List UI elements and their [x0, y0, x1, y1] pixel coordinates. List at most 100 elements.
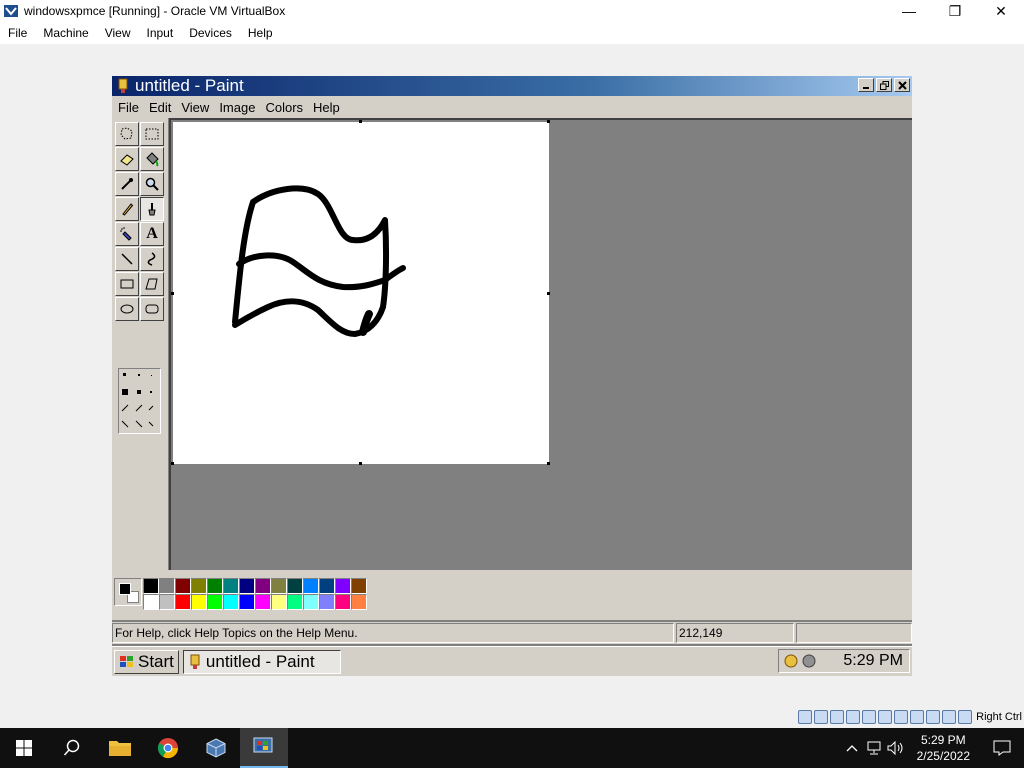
- menu-view[interactable]: View: [97, 26, 139, 40]
- windows-flag-icon: [120, 655, 133, 667]
- keyboard-icon[interactable]: [958, 710, 973, 724]
- color-swatch[interactable]: [143, 594, 159, 610]
- color-swatch[interactable]: [351, 594, 367, 610]
- color-swatch[interactable]: [191, 578, 207, 594]
- display-icon[interactable]: [894, 710, 909, 724]
- brush-icon[interactable]: [140, 197, 164, 221]
- virtualbox-taskbar-button[interactable]: [192, 728, 240, 768]
- volume-icon[interactable]: [885, 728, 907, 768]
- color-swatch[interactable]: [255, 578, 271, 594]
- paint-menu-colors[interactable]: Colors: [261, 100, 307, 115]
- vm-window-taskbar-button[interactable]: [240, 728, 288, 768]
- color-picker-icon[interactable]: [115, 172, 139, 196]
- tray-app-icon[interactable]: [783, 653, 799, 669]
- menu-input[interactable]: Input: [139, 26, 182, 40]
- handle-left: [171, 292, 174, 295]
- menu-file[interactable]: File: [0, 26, 35, 40]
- audio-icon[interactable]: [830, 710, 845, 724]
- paint-title: untitled - Paint: [135, 76, 244, 95]
- mouse-integration-icon[interactable]: [942, 710, 957, 724]
- ellipse-icon[interactable]: [115, 297, 139, 321]
- search-button[interactable]: [48, 728, 96, 768]
- color-swatch[interactable]: [255, 594, 271, 610]
- color-swatch[interactable]: [191, 594, 207, 610]
- color-swatch[interactable]: [223, 578, 239, 594]
- tool-options[interactable]: [118, 368, 161, 434]
- polygon-icon[interactable]: [140, 272, 164, 296]
- xp-taskbar: Start untitled - Paint 5:29 PM: [112, 646, 912, 676]
- resize-handle-right[interactable]: [547, 292, 550, 295]
- color-swatch[interactable]: [287, 578, 303, 594]
- paint-minimize-button[interactable]: [858, 78, 874, 92]
- eraser-icon[interactable]: [115, 147, 139, 171]
- color-swatch[interactable]: [175, 578, 191, 594]
- color-swatch[interactable]: [207, 594, 223, 610]
- paint-menu-view[interactable]: View: [177, 100, 213, 115]
- airbrush-icon[interactable]: [115, 222, 139, 246]
- color-swatch[interactable]: [319, 594, 335, 610]
- xp-clock: 5:29 PM: [843, 652, 903, 669]
- line-icon[interactable]: [115, 247, 139, 271]
- paint-restore-button[interactable]: [876, 78, 892, 92]
- network-icon[interactable]: [846, 710, 861, 724]
- current-colors[interactable]: [114, 578, 142, 606]
- notification-icon[interactable]: [980, 728, 1024, 768]
- menu-machine[interactable]: Machine: [35, 26, 96, 40]
- cpu-icon[interactable]: [926, 710, 941, 724]
- restore-button[interactable]: ❐: [932, 0, 978, 22]
- rectangle-icon[interactable]: [115, 272, 139, 296]
- hard-disk-icon[interactable]: [798, 710, 813, 724]
- tray-volume-icon[interactable]: [801, 653, 817, 669]
- close-button[interactable]: ✕: [978, 0, 1024, 22]
- menu-devices[interactable]: Devices: [181, 26, 240, 40]
- color-swatch[interactable]: [207, 578, 223, 594]
- pencil-icon[interactable]: [115, 197, 139, 221]
- color-swatch[interactable]: [175, 594, 191, 610]
- color-swatch[interactable]: [335, 578, 351, 594]
- menu-help[interactable]: Help: [240, 26, 281, 40]
- color-swatch[interactable]: [319, 578, 335, 594]
- network-icon[interactable]: [863, 728, 885, 768]
- color-swatch[interactable]: [287, 594, 303, 610]
- color-swatch[interactable]: [239, 578, 255, 594]
- color-swatch[interactable]: [159, 578, 175, 594]
- magnifier-icon[interactable]: [140, 172, 164, 196]
- text-icon[interactable]: A: [140, 222, 164, 246]
- shared-folders-icon[interactable]: [878, 710, 893, 724]
- color-swatch[interactable]: [335, 594, 351, 610]
- paint-menu-help[interactable]: Help: [309, 100, 344, 115]
- start-button[interactable]: Start: [114, 649, 179, 674]
- color-swatch[interactable]: [303, 578, 319, 594]
- paint-menu-edit[interactable]: Edit: [145, 100, 175, 115]
- color-swatch[interactable]: [271, 578, 287, 594]
- color-swatch[interactable]: [143, 578, 159, 594]
- folder-icon: [109, 741, 131, 756]
- resize-handle-bottom[interactable]: [359, 462, 362, 465]
- minimize-button[interactable]: —: [886, 0, 932, 22]
- color-swatch[interactable]: [271, 594, 287, 610]
- resize-handle-corner[interactable]: [547, 462, 550, 465]
- curve-icon[interactable]: [140, 247, 164, 271]
- chevron-up-icon[interactable]: [841, 728, 863, 768]
- drawing-canvas[interactable]: [173, 122, 549, 464]
- color-swatch[interactable]: [239, 594, 255, 610]
- chrome-button[interactable]: [144, 728, 192, 768]
- color-swatch[interactable]: [159, 594, 175, 610]
- color-swatch[interactable]: [223, 594, 239, 610]
- taskbar-paint-button[interactable]: untitled - Paint: [182, 649, 341, 674]
- fill-icon[interactable]: [140, 147, 164, 171]
- paint-menu-file[interactable]: File: [114, 100, 143, 115]
- host-clock[interactable]: 5:29 PM 2/25/2022: [907, 732, 980, 764]
- rounded-rectangle-icon[interactable]: [140, 297, 164, 321]
- file-explorer-button[interactable]: [96, 728, 144, 768]
- color-swatch[interactable]: [303, 594, 319, 610]
- free-select-icon[interactable]: [115, 122, 139, 146]
- windows-start-button[interactable]: [0, 728, 48, 768]
- select-icon[interactable]: [140, 122, 164, 146]
- recording-icon[interactable]: [910, 710, 925, 724]
- optical-drive-icon[interactable]: [814, 710, 829, 724]
- usb-icon[interactable]: [862, 710, 877, 724]
- color-swatch[interactable]: [351, 578, 367, 594]
- paint-menu-image[interactable]: Image: [215, 100, 259, 115]
- paint-close-button[interactable]: [894, 78, 910, 92]
